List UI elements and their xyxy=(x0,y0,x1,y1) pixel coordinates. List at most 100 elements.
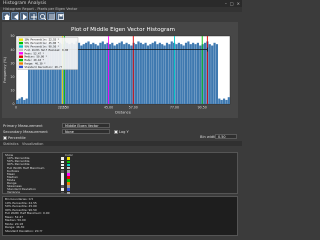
statistics-list[interactable]: Show Color 10% Percentile 50% Percentile 9… xyxy=(2,152,238,195)
log-y-checkbox[interactable] xyxy=(114,130,118,134)
legend-entry: Mean: 52.47 * xyxy=(25,51,45,55)
minimize-icon[interactable]: – xyxy=(225,1,227,6)
histogram-bar xyxy=(94,44,97,104)
histogram-bar xyxy=(177,42,180,104)
histogram-bar xyxy=(182,45,185,104)
histogram-bar xyxy=(127,44,131,104)
histogram-bar xyxy=(213,42,216,104)
histogram-bar xyxy=(99,42,102,104)
histogram-bar xyxy=(218,98,221,104)
histogram-bar xyxy=(113,45,116,104)
histogram-bar xyxy=(77,42,81,104)
save-icon[interactable] xyxy=(56,12,64,20)
legend-entry: Range: 46.30 * xyxy=(25,62,47,66)
histogram-bar xyxy=(220,99,223,104)
close-icon[interactable]: × xyxy=(237,1,240,6)
histogram-bar xyxy=(211,45,214,104)
secondary-measurement-label: Secondary Measurement xyxy=(3,130,48,134)
histogram-bar xyxy=(87,41,90,104)
histogram-figure: Plot of Middle Eigen Vector Histogram 50 4… xyxy=(2,22,238,118)
chart-title: Plot of Middle Eigen Vector Histogram xyxy=(71,27,175,33)
histogram-bar xyxy=(130,45,133,104)
histogram-bar xyxy=(115,44,119,104)
x-tick-label: 77.00 xyxy=(170,106,179,110)
forward-icon[interactable] xyxy=(20,12,28,20)
histogram-bar xyxy=(203,42,207,104)
home-icon[interactable] xyxy=(2,12,10,20)
histogram-bar xyxy=(187,41,190,104)
histogram-bar xyxy=(158,42,161,104)
y-axis-label: Frequency (%) xyxy=(3,56,7,83)
histogram-bar xyxy=(85,42,88,104)
histogram-bar xyxy=(199,45,202,104)
tab-statistics[interactable]: Statistics xyxy=(3,142,19,146)
y-tick-label: 30 xyxy=(10,61,14,65)
histogram-bar xyxy=(154,41,157,104)
legend-entry: 90% Percentile: 90.50 * xyxy=(25,45,60,49)
x-tick-label: 45.00 xyxy=(104,106,113,110)
legend-swatch xyxy=(19,41,23,45)
percentile-label: Percentile xyxy=(8,136,26,140)
histogram-bar xyxy=(222,98,226,104)
pan-icon[interactable] xyxy=(29,12,37,20)
histogram-bar xyxy=(108,44,112,104)
percentile-checkbox[interactable] xyxy=(3,136,7,140)
legend-entry: Mode: 20.18 * xyxy=(25,58,45,62)
legend-swatch xyxy=(19,38,23,41)
back-icon[interactable] xyxy=(11,12,19,20)
statistics-summary-text[interactable]: Bin boundaries: 0.5 10% Percentile: 22.55… xyxy=(2,196,238,236)
y-tick-label: 10 xyxy=(10,89,14,93)
window-title: Histogram Analysis xyxy=(3,1,47,6)
histogram-bar xyxy=(144,42,147,104)
histogram-bar xyxy=(111,42,114,104)
x-tick-label: 90.50 xyxy=(198,106,207,110)
histogram-bar xyxy=(118,42,121,104)
legend-entry: Median: 50.00 * xyxy=(25,55,48,59)
histogram-bar xyxy=(101,41,104,104)
plot-toolbar xyxy=(2,12,64,21)
title-bar: Histogram Analysis – □ × xyxy=(0,0,242,7)
histogram-bar xyxy=(180,44,183,104)
statistic-list-item[interactable]: Variance xyxy=(7,191,20,194)
histogram-bar xyxy=(23,99,26,104)
statistic-color-swatch[interactable] xyxy=(67,191,70,195)
histogram-bar xyxy=(168,44,171,104)
log-y-label: Log Y xyxy=(119,130,129,134)
color-column-header: Color xyxy=(65,152,73,157)
legend-entry: Full Width Half Maximum: 0.00 xyxy=(25,48,69,52)
bin-width-input[interactable]: 0.50 xyxy=(215,134,237,139)
x-axis-label: Distance xyxy=(115,111,132,115)
secondary-measurement-select[interactable]: None xyxy=(62,129,110,134)
histogram-bar xyxy=(175,44,178,104)
x-tick-label: 57.00 xyxy=(129,106,138,110)
x-tick-label: 0 xyxy=(15,106,17,110)
primary-measurement-select[interactable]: Middle Eigen Vector xyxy=(62,123,110,128)
tab-histogram-report[interactable]: Histogram Report - Pixels per Eigen Vect… xyxy=(3,7,77,11)
legend-entry: 50% Percentile: 45.00 * xyxy=(25,41,60,45)
legend-swatch xyxy=(19,62,23,65)
histogram-bar xyxy=(196,42,199,104)
zoom-icon[interactable] xyxy=(38,12,46,20)
histogram-bar xyxy=(189,44,192,104)
histogram-bar xyxy=(161,44,164,104)
legend-entry: 10% Percentile: 22.55 * xyxy=(25,38,60,42)
histogram-bar xyxy=(146,45,150,104)
maximize-icon[interactable]: □ xyxy=(230,1,234,6)
primary-measurement-label: Primary Measurement xyxy=(3,124,43,128)
histogram-bar xyxy=(20,97,24,104)
statistics-panel-tabs: Statistics Visualization xyxy=(0,141,242,146)
tab-visualization[interactable]: Visualization xyxy=(22,142,43,146)
histogram-bar xyxy=(163,45,166,104)
statistic-show-checkbox[interactable] xyxy=(61,191,64,195)
configure-icon[interactable] xyxy=(47,12,55,20)
histogram-bar xyxy=(194,44,197,104)
histogram-bar xyxy=(156,44,159,104)
histogram-bar xyxy=(134,44,138,104)
histogram-bar xyxy=(16,99,19,104)
y-tick-label: 40 xyxy=(10,48,14,52)
y-tick-label: 20 xyxy=(10,75,14,79)
histogram-chart: Plot of Middle Eigen Vector Histogram 50 4… xyxy=(3,27,231,115)
histogram-bar xyxy=(123,44,126,104)
histogram-bar xyxy=(104,44,107,104)
summary-line: Standard Deviation: 20.?? xyxy=(5,228,43,233)
